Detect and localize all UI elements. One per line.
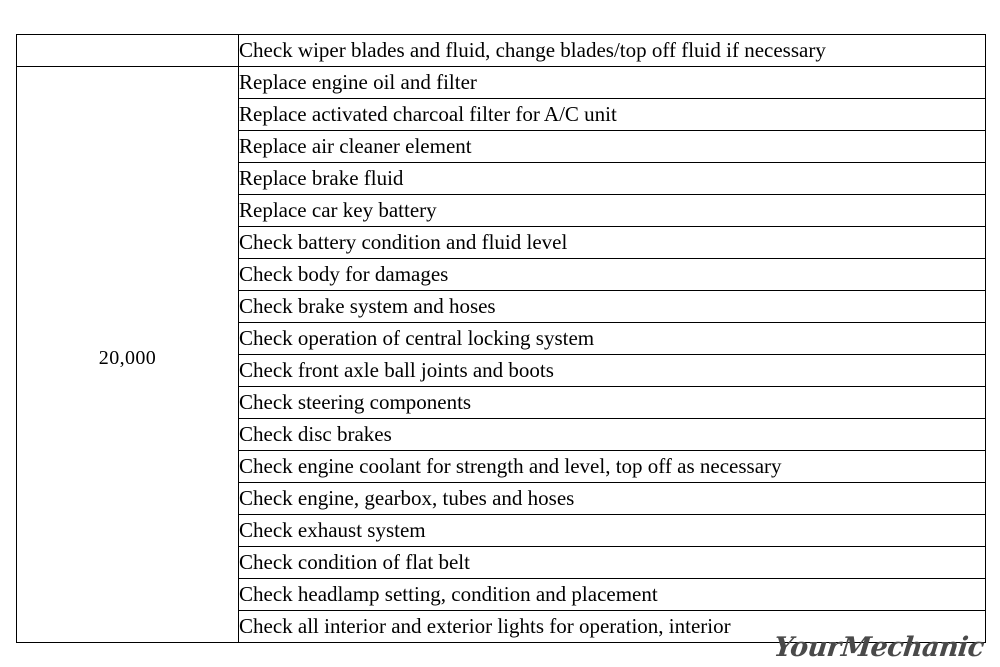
task-cell: Check engine coolant for strength and le… <box>238 450 986 483</box>
task-cell: Check operation of central locking syste… <box>238 322 986 355</box>
task-cell: Replace air cleaner element <box>238 130 986 163</box>
logo-text-your: Your <box>772 632 843 663</box>
task-cell: Check steering components <box>238 386 986 419</box>
logo-text-mechanic: Mechanic <box>840 632 986 663</box>
task-cell: Check brake system and hoses <box>238 290 986 323</box>
table-row: Check wiper blades and fluid, change bla… <box>16 34 986 67</box>
task-cell: Check wiper blades and fluid, change bla… <box>238 34 986 67</box>
task-cell: Replace engine oil and filter <box>238 66 986 99</box>
mileage-cell: 20,000 <box>16 66 239 643</box>
table-row: 20,000 Replace engine oil and filter <box>16 66 986 643</box>
task-cell: Check front axle ball joints and boots <box>238 354 986 387</box>
task-cell: Check disc brakes <box>238 418 986 451</box>
task-cell: Check body for damages <box>238 258 986 291</box>
task-cell: Check condition of flat belt <box>238 546 986 579</box>
task-cell: Replace activated charcoal filter for A/… <box>238 98 986 131</box>
task-cell: Replace brake fluid <box>238 162 986 195</box>
table-body: Check wiper blades and fluid, change bla… <box>16 34 986 643</box>
mileage-value: 20,000 <box>98 346 157 369</box>
task-cell: Check headlamp setting, condition and pl… <box>238 578 986 611</box>
task-cell: Check battery condition and fluid level <box>238 226 986 259</box>
maintenance-schedule-table: Check wiper blades and fluid, change bla… <box>16 34 986 643</box>
task-cell: Replace car key battery <box>238 194 986 227</box>
document-page: Check wiper blades and fluid, change bla… <box>0 0 1000 667</box>
task-cell: Check exhaust system <box>238 514 986 547</box>
task-cell: Check engine, gearbox, tubes and hoses <box>238 482 986 515</box>
yourmechanic-logo: YourMechanic <box>772 632 986 663</box>
mileage-cell <box>16 34 239 67</box>
